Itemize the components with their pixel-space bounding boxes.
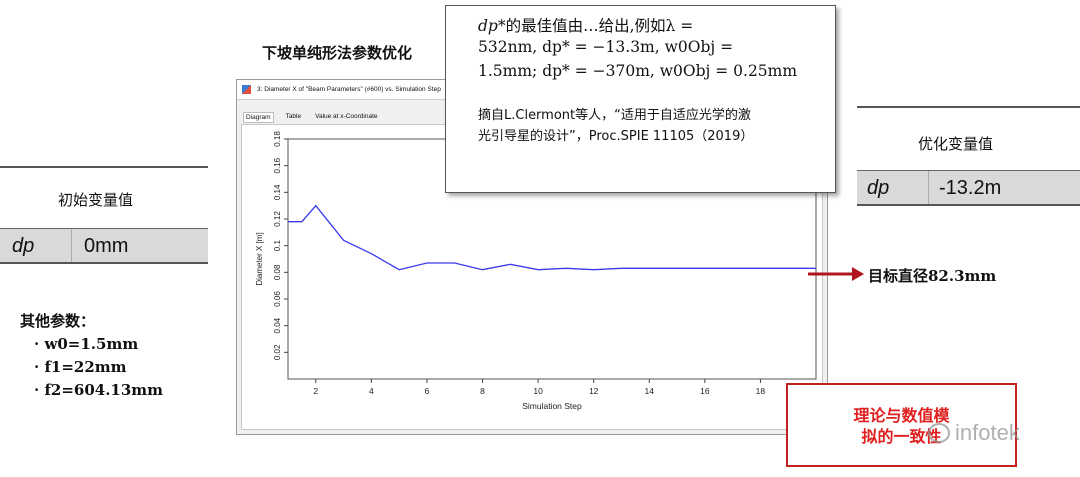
reference-callout: dp*的最佳值由…给出,例如λ = 532nm, dp* = −13.3m, w… bbox=[445, 5, 836, 193]
callout-line-2: 532nm, dp* = −13.3m, w0Obj = bbox=[478, 38, 734, 56]
y-tick-label: 0.16 bbox=[273, 157, 282, 173]
initial-variable-name: dp bbox=[0, 229, 72, 262]
watermark: infotek bbox=[955, 420, 1020, 445]
x-tick-label: 18 bbox=[756, 386, 766, 396]
y-tick-label: 0.02 bbox=[273, 344, 282, 360]
simulation-window-title: 3: Diameter X of "Beam Parameters" (#600… bbox=[257, 86, 441, 93]
simulation-tabs: Diagram Table Value at x-Coordinate bbox=[243, 112, 380, 123]
target-diameter-label: 目标直径82.3mm bbox=[868, 267, 997, 285]
citation-line-2: 光引导星的设计”，Proc.SPIE 11105（2019） bbox=[478, 129, 754, 144]
callout-line-1: dp*的最佳值由…给出,例如λ = bbox=[478, 17, 694, 35]
initial-variable-table: dp 0mm bbox=[0, 228, 208, 264]
citation-line-1: 摘自L.Clermont等人，“适用于自适应光学的激 bbox=[478, 108, 751, 123]
y-tick-label: 0.14 bbox=[273, 184, 282, 200]
x-tick-label: 8 bbox=[480, 386, 485, 396]
optimized-heading: 优化变量值 bbox=[918, 135, 994, 153]
initial-heading: 初始变量值 bbox=[58, 191, 134, 209]
initial-variable-value: 0mm bbox=[84, 235, 129, 257]
optimized-variable-table: dp -13.2m bbox=[857, 170, 1080, 206]
x-tick-label: 12 bbox=[589, 386, 599, 396]
x-tick-label: 2 bbox=[313, 386, 318, 396]
param-w0: · w0=1.5mm bbox=[34, 335, 139, 353]
y-tick-label: 0.12 bbox=[273, 211, 282, 227]
initial-divider bbox=[0, 166, 208, 168]
x-tick-label: 14 bbox=[645, 386, 655, 396]
optimized-divider bbox=[857, 106, 1080, 108]
x-tick-label: 10 bbox=[533, 386, 543, 396]
y-tick-label: 0.04 bbox=[273, 317, 282, 333]
other-params-heading: 其他参数： bbox=[20, 312, 96, 330]
tab-diagram[interactable]: Diagram bbox=[243, 112, 274, 123]
param-f2: · f2=604.13mm bbox=[34, 381, 164, 399]
callout-line-3: 1.5mm; dp* = −370m, w0Obj = 0.25mm bbox=[478, 62, 798, 80]
tab-table[interactable]: Table bbox=[284, 112, 304, 123]
optimized-variable-value: -13.2m bbox=[939, 177, 1002, 199]
y-tick-label: 0.08 bbox=[273, 264, 282, 280]
x-tick-label: 16 bbox=[700, 386, 710, 396]
app-icon bbox=[242, 85, 251, 94]
x-axis-label: Simulation Step bbox=[522, 401, 582, 411]
y-tick-label: 0.1 bbox=[273, 240, 282, 252]
y-axis-label: Diameter X [m] bbox=[255, 232, 264, 285]
tab-value-at-x[interactable]: Value at x-Coordinate bbox=[313, 112, 379, 123]
target-arrow-icon bbox=[808, 267, 864, 281]
series-line bbox=[288, 204, 816, 271]
optimized-variable-name: dp bbox=[857, 171, 929, 204]
param-f1: · f1=22mm bbox=[34, 358, 127, 376]
y-tick-label: 0.06 bbox=[273, 291, 282, 307]
x-tick-label: 4 bbox=[369, 386, 374, 396]
y-tick-label: 0.18 bbox=[273, 131, 282, 147]
x-tick-label: 6 bbox=[425, 386, 430, 396]
slide-title: 下坡单纯形法参数优化 bbox=[262, 44, 413, 62]
